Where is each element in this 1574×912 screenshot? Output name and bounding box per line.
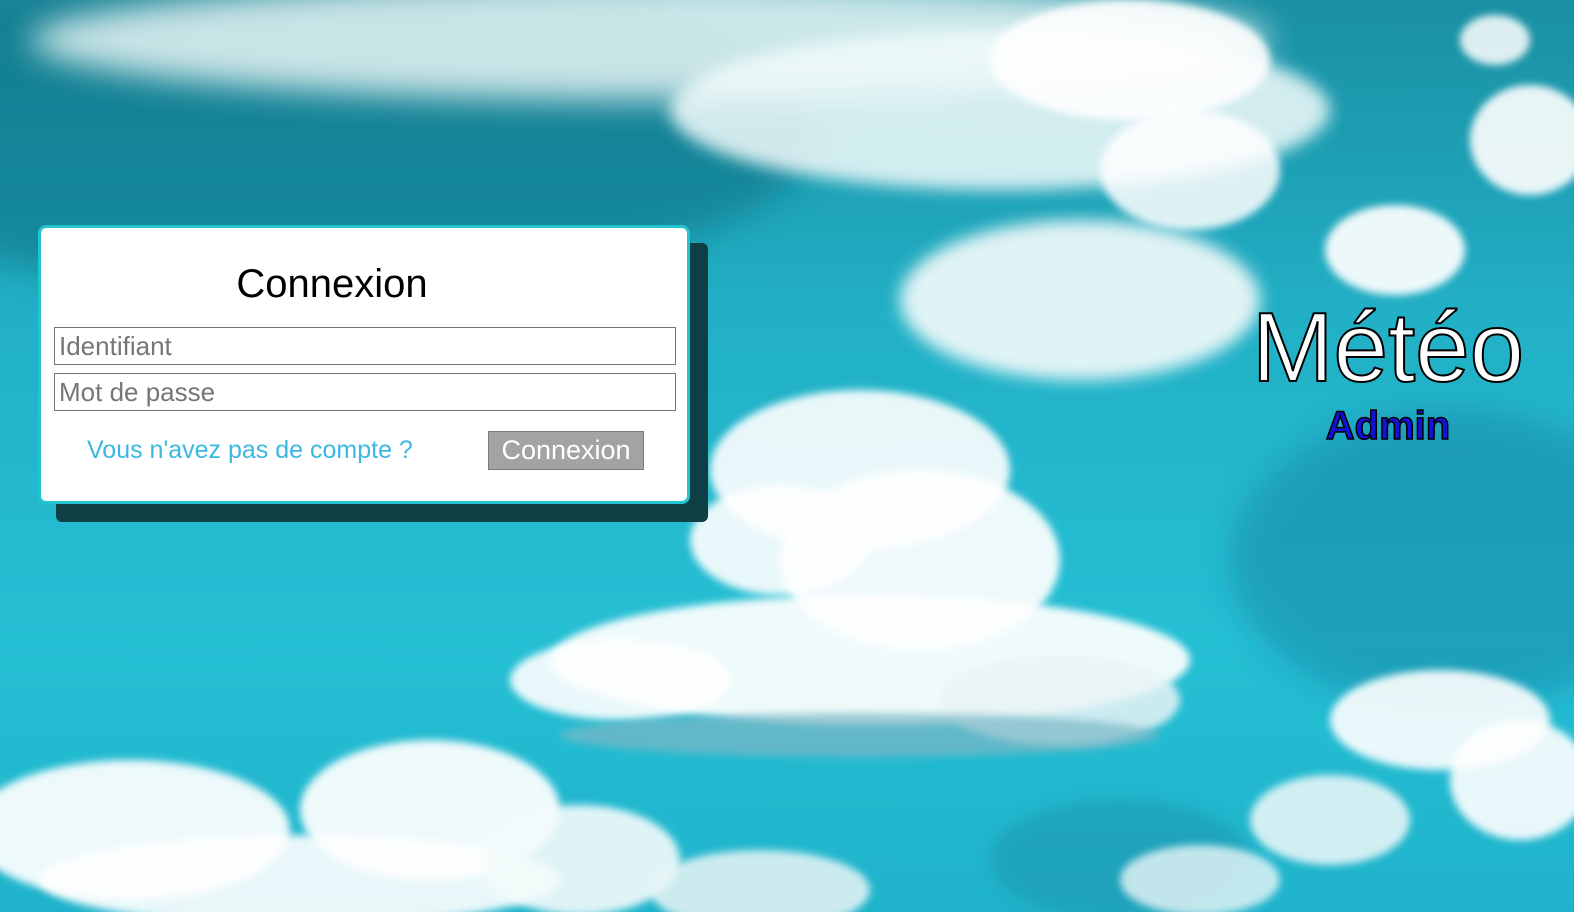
app-title: Météo bbox=[1251, 291, 1525, 403]
login-title: Connexion bbox=[236, 262, 428, 306]
signup-link[interactable]: Vous n'avez pas de compte ? bbox=[87, 436, 413, 465]
app-subtitle: Admin bbox=[1325, 403, 1451, 449]
login-button[interactable]: Connexion bbox=[488, 431, 644, 470]
password-input[interactable] bbox=[54, 373, 676, 411]
brand: Météo Admin bbox=[1240, 291, 1536, 449]
username-input[interactable] bbox=[54, 327, 676, 365]
login-form: Connexion Vous n'avez pas de compte ? Co… bbox=[38, 225, 690, 504]
